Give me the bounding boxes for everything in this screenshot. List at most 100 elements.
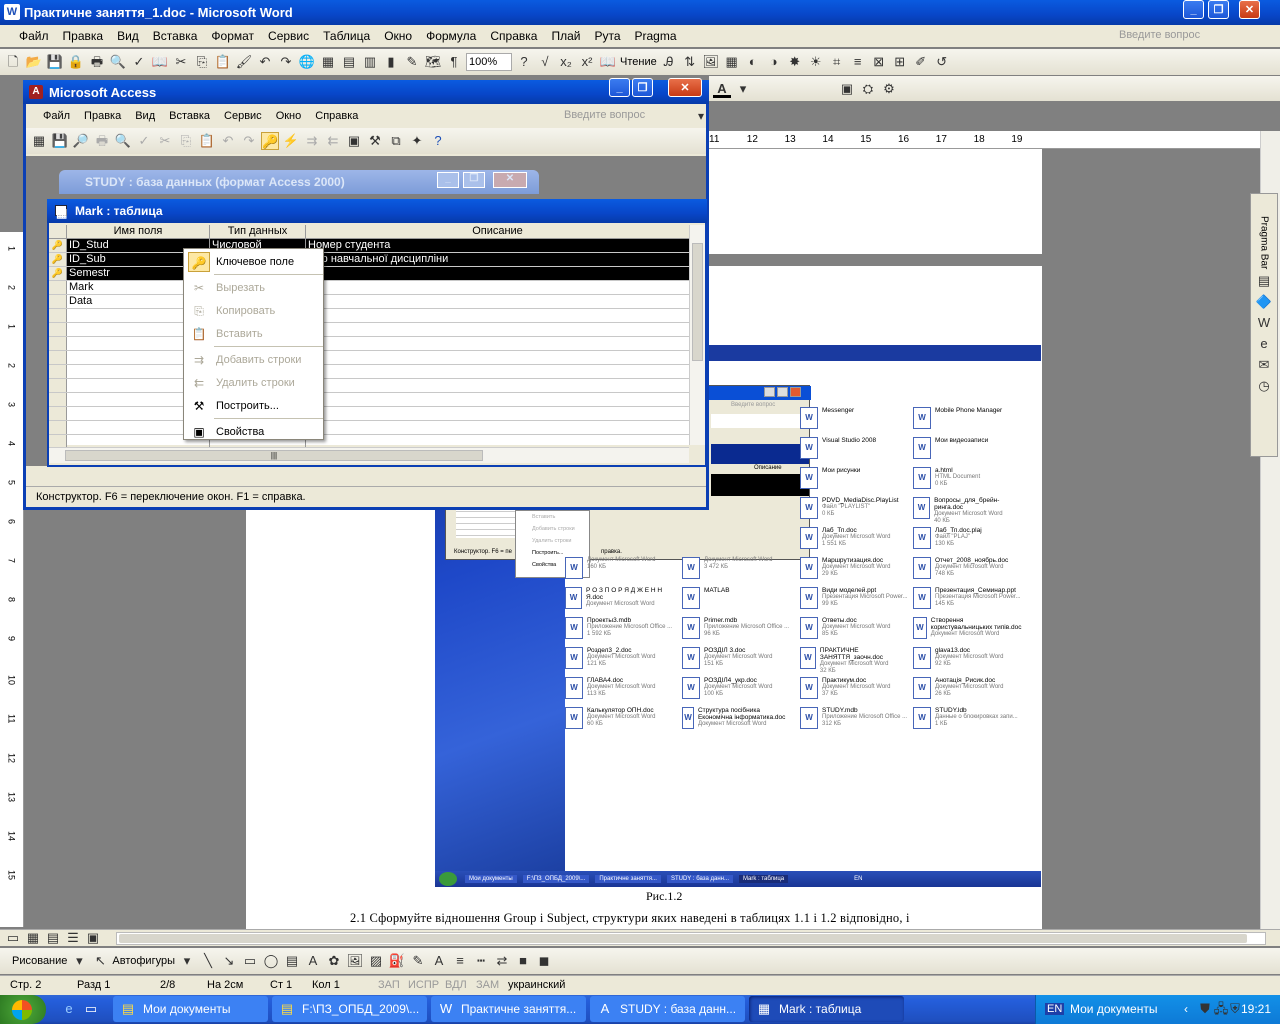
status-ovr[interactable]: ЗАМ [476,979,499,991]
reading-button[interactable]: Чтение [620,56,657,68]
access-undo-icon[interactable]: ↶ [219,132,237,150]
row-selector[interactable] [49,281,67,294]
ctx-copy[interactable]: ⎘ Копировать [184,299,323,322]
ctx-cut[interactable]: ✂ Вырезать [184,276,323,299]
paste-icon[interactable]: 📋 [214,53,232,71]
arrow-style-icon[interactable]: ⇄ [493,952,511,970]
description-cell[interactable]: мер навчальної дисципліни [306,253,689,266]
compress-icon[interactable]: ⊠ [870,53,888,71]
subscript-icon[interactable]: x₂ [557,53,575,71]
word-menu-plai[interactable]: Плай [544,29,587,43]
ctx-primary-key[interactable]: 🔑 Ключевое поле [184,250,323,273]
ctx-build[interactable]: ⚒ Построить... [184,394,323,417]
primary-key-row-icon[interactable]: 🔑 [49,239,67,252]
open-icon[interactable]: 📂 [25,53,43,71]
word-menu-table[interactable]: Таблица [316,29,377,43]
access-menu-edit[interactable]: Правка [77,110,128,122]
access-restore-button[interactable]: ❐ [632,78,653,97]
status-rec[interactable]: ЗАП [378,979,400,991]
insert-picture-icon[interactable]: ▨ [367,952,385,970]
access-menu-help[interactable]: Справка [308,110,365,122]
description-cell[interactable] [306,323,689,336]
toolbar-icon-b[interactable]: ⛭ [859,80,877,98]
research-icon[interactable]: 📖 [151,53,169,71]
access-redo-icon[interactable]: ↷ [240,132,258,150]
horizontal-ruler[interactable]: 11 12 13 14 15 16 17 18 19 [709,131,1260,149]
access-menu-service[interactable]: Сервис [217,110,269,122]
design-row[interactable]: 🔑 ID_Stud Числовой Номер студента [49,239,689,253]
cut-icon[interactable]: ✂ [172,53,190,71]
pragma-mail-icon[interactable]: ✉ [1255,356,1273,374]
vertical-ruler[interactable]: 1 2 1 2 3 4 5 6 7 8 9 10 11 12 13 14 15 [0,232,24,927]
mark-table-title-bar[interactable]: ▦ Mark : таблица [47,199,707,223]
ctx-paste[interactable]: 📋 Вставить [184,322,323,345]
design-vscroll-thumb[interactable] [692,243,703,361]
oval-icon[interactable]: ◯ [262,952,280,970]
row-selector[interactable] [49,309,67,322]
word-minimize-button[interactable]: _ [1183,0,1204,19]
taskbar-item-my-documents[interactable]: ▤ Мои документы [113,996,268,1022]
shape-icon-2[interactable]: ◑ [765,53,783,71]
description-cell[interactable] [306,365,689,378]
columns-icon[interactable]: ▮ [382,53,400,71]
access-view-icon[interactable]: ▦ [30,132,48,150]
description-cell[interactable] [306,393,689,406]
autoshapes-dropdown-icon[interactable]: ▾ [178,952,196,970]
reading-icon[interactable]: 📖 [599,53,617,71]
line-icon[interactable]: ╲ [199,952,217,970]
line-style-draw-icon[interactable]: ≡ [451,952,469,970]
empty-design-row[interactable] [49,323,689,337]
reset-icon[interactable]: ↺ [933,53,951,71]
access-build-icon[interactable]: ⚒ [366,132,384,150]
description-cell[interactable] [306,267,689,280]
grid-icon-1[interactable]: ▦ [723,53,741,71]
copy-icon[interactable]: ⎘ [193,53,211,71]
sun-icon[interactable]: ☀ [807,53,825,71]
line-style-icon[interactable]: ≡ [849,53,867,71]
dash-style-icon[interactable]: ┅ [472,952,490,970]
empty-design-row[interactable] [49,351,689,365]
diagram-icon[interactable]: ✿ [325,952,343,970]
design-row[interactable]: Data [49,295,689,309]
access-properties-icon[interactable]: ▣ [345,132,363,150]
horizontal-scroll-thumb[interactable] [119,933,1247,943]
taskbar-item-word[interactable]: W Практичне заняття... [431,996,586,1022]
description-cell[interactable] [306,421,689,434]
star-icon[interactable]: ✸ [786,53,804,71]
description-cell[interactable] [306,351,689,364]
row-selector[interactable] [49,337,67,350]
autoshapes-menu[interactable]: Автофигуры [112,955,175,967]
description-cell[interactable] [306,337,689,350]
new-icon[interactable]: 🗋 [4,53,22,71]
empty-design-row[interactable] [49,421,689,435]
row-selector[interactable] [49,393,67,406]
access-close-button[interactable]: ✕ [668,78,702,97]
design-row[interactable]: 🔑 Semestr [49,267,689,281]
shadow-icon[interactable]: ■ [514,952,532,970]
word-restore-button[interactable]: ❐ [1208,0,1229,19]
ctx-delete-rows[interactable]: ⇇ Удалить строки [184,371,323,394]
sort-icon[interactable]: ⇅ [681,53,699,71]
design-row[interactable]: 🔑 ID_Sub мер навчальної дисципліни [49,253,689,267]
quicklaunch-desktop-icon[interactable]: ▭ [82,1000,100,1018]
word-menu-pragma[interactable]: Pragma [628,29,684,43]
help-icon[interactable]: ? [515,53,533,71]
spelling-icon[interactable]: ✓ [130,53,148,71]
access-ask-dropdown-icon[interactable]: ▾ [691,107,709,125]
word-menu-insert[interactable]: Вставка [146,29,205,43]
word-menu-formula[interactable]: Формула [419,29,483,43]
drawing-menu[interactable]: Рисование [12,955,67,967]
drawing-dropdown-icon[interactable]: ▾ [70,952,88,970]
taskbar-item-folder[interactable]: ▤ F:\ПЗ_ОПБД_2009\... [272,996,427,1022]
clipart-icon[interactable]: 🖼 [346,952,364,970]
tray-expand-icon[interactable]: ‹ [1184,1002,1188,1016]
text-wrap-icon[interactable]: ⊞ [891,53,909,71]
access-search-icon[interactable]: 🔎 [72,132,90,150]
empty-design-row[interactable] [49,407,689,421]
access-delete-rows-icon[interactable]: ⇇ [324,132,342,150]
row-selector[interactable] [49,407,67,420]
access-menu-insert[interactable]: Вставка [162,110,217,122]
access-menu-window[interactable]: Окно [269,110,309,122]
db-restore-button[interactable]: ❐ [463,172,485,188]
reading-view-icon[interactable]: ▣ [84,929,102,947]
